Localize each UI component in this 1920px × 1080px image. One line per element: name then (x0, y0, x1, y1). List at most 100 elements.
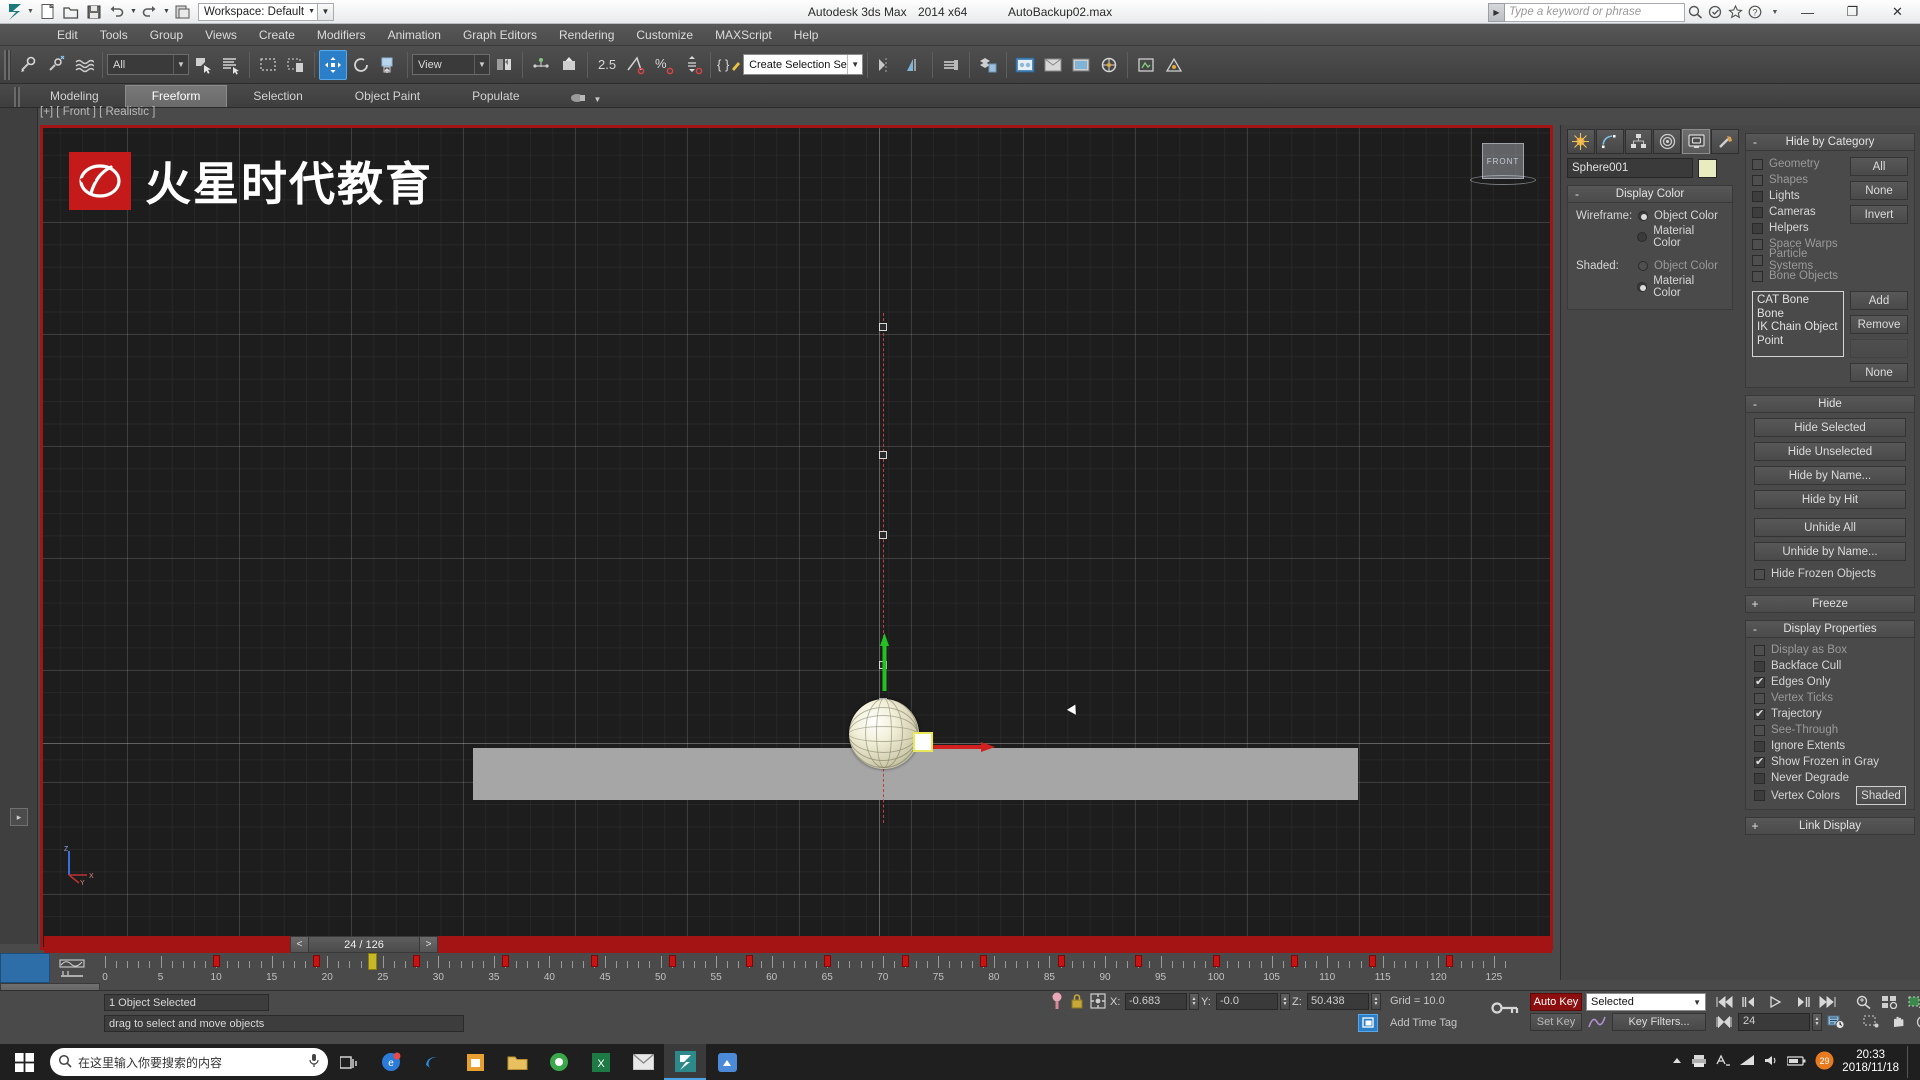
taskbar-misc-app[interactable] (706, 1044, 748, 1080)
hide-by-hit-button[interactable]: Hide by Hit (1754, 490, 1906, 509)
search-dropdown-button[interactable]: ▶ (1488, 2, 1505, 22)
display-properties-header[interactable]: - Display Properties (1745, 620, 1915, 638)
display-as-box-checkbox[interactable] (1754, 644, 1765, 656)
coord-z-input[interactable]: 50.438 (1307, 993, 1369, 1010)
workspace-dropdown-button[interactable]: ▼ (318, 2, 335, 21)
rendered-frame-window-icon[interactable] (1067, 50, 1095, 80)
selection-lock-icon[interactable] (1070, 993, 1084, 1012)
keyframe-marker[interactable] (213, 955, 221, 967)
shaded-material-color-radio[interactable] (1637, 282, 1648, 292)
taskbar-mail[interactable] (622, 1044, 664, 1080)
track-bar[interactable]: 0 5 10 15 20 25 30 35 40 45 50 55 60 65 70 75 80 85 90 95 10… (102, 953, 1506, 983)
ribbon-tab-freeform[interactable]: Freeform (124, 85, 228, 107)
coord-y-input[interactable]: -0.0 (1216, 993, 1278, 1010)
taskbar-excel[interactable]: X (580, 1044, 622, 1080)
isolate-selection-icon[interactable] (1050, 992, 1064, 1013)
key-mode-toggle-icon[interactable] (1712, 1012, 1736, 1031)
tray-volume-icon[interactable] (1763, 1054, 1779, 1070)
tray-printer-icon[interactable] (1691, 1054, 1707, 1071)
viewport-thumbnail-panel[interactable] (0, 953, 50, 983)
taskview-button[interactable] (328, 1044, 370, 1080)
undo-dropdown-caret-icon[interactable]: ▼ (129, 8, 138, 15)
prop-show-frozen-in-gray[interactable]: Show Frozen in Gray (1754, 754, 1906, 770)
display-color-collapse-icon[interactable]: - (1568, 187, 1586, 201)
category-shapes[interactable]: Shapes (1752, 172, 1850, 188)
selection-filter-combo[interactable]: All ▼ (107, 54, 189, 75)
menu-customize[interactable]: Customize (625, 26, 704, 44)
prop-edges-only[interactable]: Edges Only (1754, 674, 1906, 690)
keyframe-marker[interactable] (313, 955, 321, 967)
prop-ignore-extents[interactable]: Ignore Extents (1754, 738, 1906, 754)
never-degrade-checkbox[interactable] (1754, 772, 1765, 784)
category-geometry[interactable]: Geometry (1752, 156, 1850, 172)
save-file-button[interactable] (83, 1, 105, 22)
taskbar-edge[interactable] (412, 1044, 454, 1080)
tray-notification-badge[interactable]: 29 (1815, 1051, 1834, 1073)
tab-display[interactable] (1682, 129, 1711, 154)
pivot-point-center-icon[interactable] (490, 50, 518, 80)
freeze-header[interactable]: + Freeze (1745, 595, 1915, 613)
keyframe-marker[interactable] (1446, 955, 1454, 967)
keyframe-marker[interactable] (1057, 955, 1065, 967)
undo-button[interactable] (106, 1, 128, 22)
edit-named-selection-sets-icon[interactable]: { } (715, 50, 743, 80)
keyword-search-input[interactable]: Type a keyword or phrase (1505, 2, 1685, 22)
prop-never-degrade[interactable]: Never Degrade (1754, 770, 1906, 786)
default-in-out-tangents-icon[interactable] (1586, 1013, 1608, 1031)
category-helpers[interactable]: Helpers (1752, 220, 1850, 236)
orbit-view-icon[interactable] (1912, 1012, 1920, 1031)
add-time-tag-label[interactable]: Add Time Tag (1390, 1017, 1457, 1029)
link-display-expand-icon[interactable]: + (1746, 819, 1764, 833)
category-none-button[interactable]: None (1850, 181, 1908, 200)
play-animation-icon[interactable] (1764, 992, 1788, 1011)
auto-key-button[interactable]: Auto Key (1530, 993, 1582, 1011)
menu-views[interactable]: Views (194, 26, 248, 44)
keyframe-marker[interactable] (1290, 955, 1298, 967)
floor-geometry[interactable] (473, 748, 1358, 800)
list-item-point[interactable]: Point (1757, 335, 1839, 349)
render-activeshade-icon[interactable] (1160, 50, 1188, 80)
render-production-icon[interactable] (1095, 50, 1123, 80)
freeze-expand-icon[interactable]: + (1746, 597, 1764, 611)
keyframe-marker[interactable] (1213, 955, 1221, 967)
menu-graph-editors[interactable]: Graph Editors (452, 26, 548, 44)
taskbar-clock[interactable]: 20:33 2018/11/18 (1842, 1049, 1899, 1075)
redo-button[interactable] (139, 1, 161, 22)
list-item-bone[interactable]: Bone (1757, 308, 1839, 322)
trajectory-key-2[interactable] (879, 451, 887, 459)
taskbar-search-box[interactable]: 在这里输入你要搜索的内容 (50, 1048, 328, 1076)
ribbon-caret-icon[interactable]: ▼ (594, 95, 602, 104)
prop-vertex-colors[interactable]: Vertex Colors Shaded (1754, 786, 1906, 805)
layer-manager-icon[interactable] (937, 50, 965, 80)
show-desktop-button[interactable] (1907, 1046, 1912, 1078)
material-editor-icon[interactable] (1011, 50, 1039, 80)
vertex-ticks-checkbox[interactable] (1754, 692, 1765, 704)
category-lights[interactable]: Lights (1752, 188, 1850, 204)
vertex-colors-checkbox[interactable] (1754, 790, 1765, 801)
spinner-snap-toggle-icon[interactable] (678, 50, 706, 80)
prop-vertex-ticks[interactable]: Vertex Ticks (1754, 690, 1906, 706)
edges-only-checkbox[interactable] (1754, 675, 1765, 688)
gizmo-z-axis[interactable] (879, 633, 889, 691)
viewport-label[interactable]: [+] [ Front ] [ Realistic ] (40, 106, 1553, 118)
named-selection-set-combo[interactable]: Create Selection Set ▼ (743, 54, 864, 75)
toggle-scene-explorer-icon[interactable] (974, 50, 1002, 80)
taskbar-microphone-icon[interactable] (308, 1053, 320, 1071)
hide-unselected-button[interactable]: Hide Unselected (1754, 442, 1906, 461)
percent-snap-toggle-icon[interactable]: % (650, 50, 678, 80)
list-item-ik-chain-object[interactable]: IK Chain Object (1757, 321, 1839, 335)
unhide-all-button[interactable]: Unhide All (1754, 518, 1906, 537)
cameras-checkbox[interactable] (1752, 206, 1763, 218)
view-cube[interactable]: FRONT (1470, 143, 1536, 185)
list-item-cat-bone[interactable]: CAT Bone (1757, 294, 1839, 308)
coord-x-input[interactable]: -0.683 (1125, 993, 1187, 1010)
menu-edit[interactable]: Edit (46, 26, 89, 44)
taskbar-3dsmax[interactable] (664, 1044, 706, 1080)
viewport[interactable]: 火星时代教育 FRONT Z X Y (40, 125, 1553, 950)
minimize-button[interactable]: — (1785, 0, 1830, 24)
reference-coordinate-combo[interactable]: View ▼ (412, 54, 490, 75)
select-and-move-button[interactable] (319, 49, 347, 80)
ribbon-overflow-icon[interactable] (570, 92, 588, 107)
prop-see-through[interactable]: See-Through (1754, 722, 1906, 738)
hide-collapse-icon[interactable]: - (1746, 397, 1764, 411)
